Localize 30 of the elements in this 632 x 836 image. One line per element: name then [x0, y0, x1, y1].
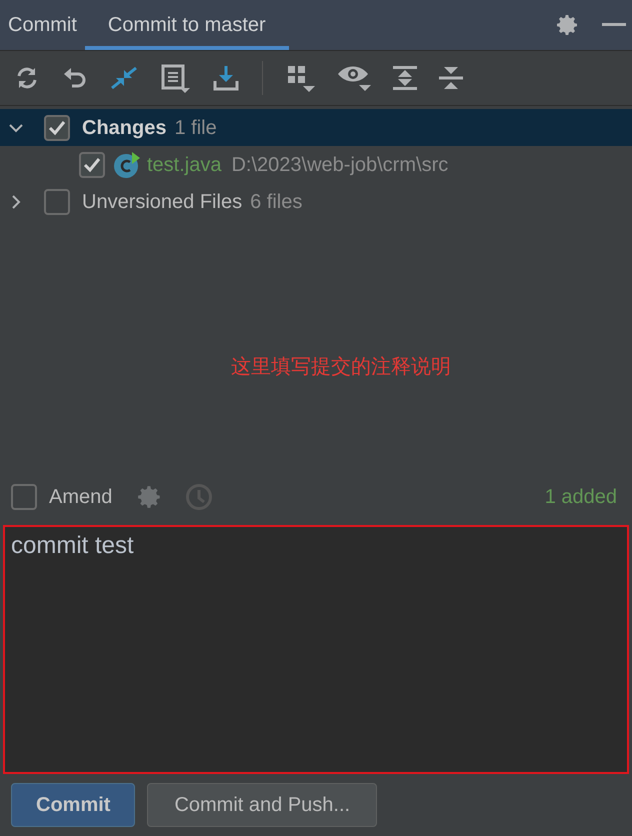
- group-label: Unversioned Files: [82, 190, 242, 214]
- checkmark-icon: [83, 156, 101, 172]
- group-icon[interactable]: [285, 63, 315, 93]
- file-name: test.java: [147, 152, 222, 178]
- checkbox[interactable]: [44, 114, 70, 140]
- file-count: 1 file: [174, 116, 217, 140]
- class-file-icon: [113, 150, 141, 178]
- tab[interactable]: Commit: [0, 0, 85, 50]
- minimize-icon[interactable]: [602, 23, 626, 27]
- amend-checkbox[interactable]: [11, 484, 37, 510]
- amend-label: Amend: [49, 485, 112, 510]
- tree-row[interactable]: Unversioned Files 6 files: [0, 183, 632, 220]
- checkbox[interactable]: [79, 152, 105, 178]
- summary-text: 1 added: [544, 485, 617, 510]
- file-count: 6 files: [250, 190, 302, 214]
- file-path: D:\2023\web-job\crm\src: [231, 152, 448, 178]
- commit-and-push-button[interactable]: Commit and Push...: [147, 783, 378, 827]
- arrows-icon[interactable]: [110, 64, 138, 92]
- checkmark-icon: [48, 120, 66, 136]
- expand-all-icon[interactable]: [393, 63, 417, 93]
- commit-message-field[interactable]: commit test: [3, 525, 629, 774]
- tree-row[interactable]: Changes 1 file: [0, 109, 632, 146]
- annotation-text: 这里填写提交的注释说明: [231, 354, 451, 380]
- group-label: Changes: [82, 116, 166, 140]
- settings-icon[interactable]: [556, 13, 580, 37]
- commit-button[interactable]: Commit: [11, 783, 136, 827]
- collapse-all-icon[interactable]: [439, 64, 463, 92]
- checkbox[interactable]: [44, 188, 70, 214]
- download-icon[interactable]: [212, 64, 240, 92]
- document-icon[interactable]: [160, 63, 190, 93]
